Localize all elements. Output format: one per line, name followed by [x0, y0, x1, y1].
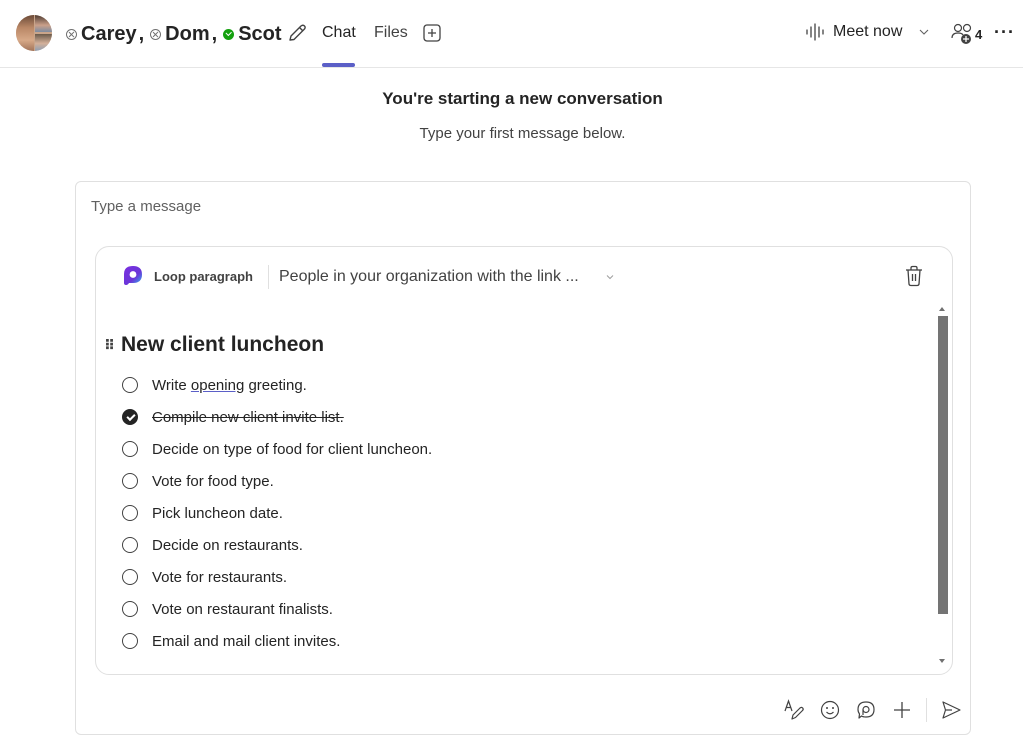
offline-status-icon: [150, 28, 162, 40]
task-checkbox[interactable]: [122, 601, 138, 617]
task-checkbox[interactable]: [122, 377, 138, 393]
task-item: Pick luncheon date.: [122, 497, 432, 529]
task-text[interactable]: Pick luncheon date.: [152, 505, 283, 522]
offline-status-icon: [66, 28, 77, 40]
participant-list[interactable]: Carey , Dom , Scot: [66, 19, 284, 49]
loop-component-icon: [857, 701, 875, 719]
loop-title[interactable]: New client luncheon: [121, 333, 324, 357]
task-text[interactable]: Decide on type of food for client lunche…: [152, 441, 432, 458]
scrollbar-thumb[interactable]: [938, 316, 948, 614]
new-conversation-subtitle: Type your first message below.: [419, 125, 626, 142]
sharing-permission-dropdown[interactable]: People in your organization with the lin…: [279, 268, 579, 286]
loop-logo-icon: [124, 266, 142, 285]
spellcheck-word[interactable]: opening: [191, 377, 244, 394]
meet-now-label: Meet now: [833, 23, 903, 40]
loop-component[interactable]: Loop paragraph People in your organizati…: [95, 246, 953, 675]
pencil-icon[interactable]: [286, 22, 308, 44]
task-text-part: greeting.: [244, 376, 307, 394]
task-text[interactable]: Compile new client invite list.: [152, 409, 344, 426]
chat-header: Carey , Dom , Scot Chat Files Meet now 4: [0, 0, 1023, 68]
task-item: Decide on type of food for client lunche…: [122, 433, 432, 465]
format-button[interactable]: [776, 694, 812, 726]
participant-separator: ,: [211, 22, 218, 45]
divider: [268, 265, 269, 289]
task-text[interactable]: Vote for food type.: [152, 473, 274, 490]
participant-name: Scot: [238, 22, 282, 45]
emoji-icon: [820, 700, 840, 720]
new-conversation-title: You're starting a new conversation: [382, 89, 663, 108]
task-item: Compile new client invite list.: [122, 401, 432, 433]
drag-handle-icon[interactable]: ⠿: [104, 337, 115, 354]
avatar-photo-carey: [16, 15, 34, 51]
task-text[interactable]: Decide on restaurants.: [152, 537, 303, 554]
message-input[interactable]: Type a message: [91, 198, 201, 215]
tab-files[interactable]: Files: [374, 24, 408, 42]
task-text[interactable]: Email and mail client invites.: [152, 633, 340, 650]
add-button[interactable]: [884, 694, 920, 726]
divider: [926, 698, 927, 722]
more-options-button[interactable]: ···: [994, 22, 1015, 43]
task-text[interactable]: Write opening greeting.: [152, 377, 307, 394]
add-tab-icon[interactable]: [423, 24, 441, 42]
chevron-down-icon[interactable]: [606, 274, 614, 280]
task-checkbox[interactable]: [122, 441, 138, 457]
participant-name: Carey: [81, 22, 137, 45]
format-icon: [784, 699, 804, 720]
task-checkbox[interactable]: [122, 505, 138, 521]
participants-button[interactable]: 4: [951, 23, 982, 45]
participant-separator: ,: [138, 22, 145, 45]
task-item: Email and mail client invites.: [122, 625, 432, 657]
tab-chat[interactable]: Chat: [322, 24, 356, 42]
avatar-photo-scot: [35, 34, 52, 51]
task-checkbox[interactable]: [122, 569, 138, 585]
plus-icon: [894, 702, 910, 718]
participant-count: 4: [975, 26, 983, 42]
available-status-icon: [223, 28, 235, 40]
task-text[interactable]: Vote on restaurant finalists.: [152, 601, 333, 618]
loop-button[interactable]: [848, 694, 884, 726]
task-item: Vote for restaurants.: [122, 561, 432, 593]
task-checkbox[interactable]: [122, 537, 138, 553]
scroll-up-arrow[interactable]: [939, 307, 945, 311]
task-checkbox[interactable]: [122, 633, 138, 649]
group-avatar[interactable]: [16, 15, 52, 51]
task-text[interactable]: Vote for restaurants.: [152, 569, 287, 586]
meet-now-icon: [806, 23, 824, 41]
task-checkbox-checked[interactable]: [122, 409, 138, 425]
compose-toolbar: [776, 694, 969, 726]
send-button[interactable]: [933, 694, 969, 726]
task-item: Write opening greeting.: [122, 369, 432, 401]
chevron-down-icon[interactable]: [919, 28, 929, 36]
emoji-button[interactable]: [812, 694, 848, 726]
avatar-photo-dom: [35, 15, 52, 32]
add-people-icon: [951, 23, 972, 44]
active-tab-indicator: [322, 63, 355, 67]
task-item: Vote for food type.: [122, 465, 432, 497]
delete-icon[interactable]: [904, 265, 924, 287]
participant-name: Dom: [165, 22, 210, 45]
scroll-down-arrow[interactable]: [939, 659, 945, 663]
task-item: Vote on restaurant finalists.: [122, 593, 432, 625]
loop-component-label: Loop paragraph: [154, 269, 253, 284]
meet-now-button[interactable]: Meet now: [805, 23, 902, 41]
compose-box[interactable]: Type a message Loop paragraph People in …: [75, 181, 971, 735]
send-icon: [942, 701, 961, 719]
task-checkbox[interactable]: [122, 473, 138, 489]
task-list: Write opening greeting. Compile new clie…: [122, 369, 432, 657]
task-item: Decide on restaurants.: [122, 529, 432, 561]
task-text-part: Write: [152, 376, 191, 394]
